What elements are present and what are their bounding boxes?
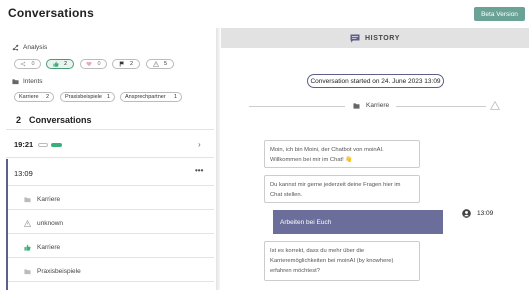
folder-icon	[353, 102, 360, 109]
filter-flag-chip[interactable]: 2	[112, 59, 140, 69]
panel-divider	[216, 28, 220, 290]
more-options-icon[interactable]: •••	[195, 166, 203, 175]
analysis-section-label: Analysis	[12, 44, 47, 51]
conversation-row-2[interactable]	[8, 160, 214, 184]
intent-count: 1	[106, 94, 110, 100]
conversation-event[interactable]: Karriere	[24, 244, 60, 251]
divider	[8, 209, 214, 210]
history-tab[interactable]: HISTORY	[221, 28, 529, 48]
filter-count: 2	[129, 61, 134, 67]
intent-name: Karriere	[19, 94, 39, 100]
intent-chip-karriere[interactable]: Karriere 2	[14, 92, 54, 102]
conversations-count: 2	[16, 115, 22, 125]
intents-label: Intents	[23, 78, 43, 85]
intent-count: 1	[173, 94, 177, 100]
topic-divider-left	[249, 106, 345, 107]
topic-divider-right	[396, 106, 486, 107]
thumbs-up-icon	[24, 244, 31, 251]
topic-name: Karriere	[366, 102, 390, 109]
message-line: Moin, ich bin Moini, der Chatbot von moi…	[270, 147, 384, 153]
conversations-label: Conversations	[29, 115, 92, 125]
status-indicator-positive	[51, 143, 62, 147]
filter-share-chip[interactable]: 0	[14, 59, 41, 69]
status-indicator-empty	[38, 143, 48, 147]
divider	[8, 185, 214, 186]
message-line: Chat stellen.	[270, 192, 303, 199]
divider	[8, 257, 214, 258]
conversation-event[interactable]: Karriere	[24, 196, 60, 203]
message-line: Ist es korrekt, dass du mehr über die	[270, 248, 365, 254]
user-avatar-icon	[462, 209, 471, 218]
folder-icon	[12, 79, 19, 85]
divider	[8, 281, 214, 282]
divider	[6, 157, 214, 158]
intents-section-label: Intents	[12, 78, 43, 85]
message-line: Du kannst mir gerne jederzeit deine Frag…	[270, 182, 401, 188]
divider	[8, 233, 214, 234]
app-root: Conversations Beta Version Analysis 0 2 …	[0, 0, 529, 290]
event-label: Karriere	[37, 196, 61, 203]
intent-name: Ansprechpartner	[125, 94, 166, 100]
conversation-event[interactable]: unknown	[24, 220, 63, 227]
bot-message: Moin, ich bin Moini, der Chatbot von moi…	[264, 140, 420, 168]
conversation-time: 13:09	[14, 169, 33, 178]
filter-count: 5	[163, 61, 168, 67]
message-line: Willkommen bei mir im Chat! 👋	[270, 157, 353, 164]
event-label: Karriere	[37, 244, 61, 251]
bot-message: Ist es korrekt, dass du mehr über die Ka…	[264, 241, 420, 281]
chevron-right-icon[interactable]: ›	[198, 140, 201, 149]
message-line: Karrieremöglichkeiten bei moinAI (by kno…	[270, 258, 394, 265]
filter-count: 0	[97, 61, 101, 67]
intent-chip-ansprechpartner[interactable]: Ansprechpartner 1	[120, 92, 182, 102]
chat-icon	[350, 34, 360, 42]
filter-count: 0	[31, 61, 35, 67]
page-title: Conversations	[8, 6, 94, 20]
filter-warning-chip[interactable]: 5	[146, 59, 174, 69]
folder-icon	[24, 197, 31, 203]
conversation-time: 19:21	[14, 140, 34, 149]
intent-chip-praxisbeispiele[interactable]: Praxisbeispiele 1	[60, 92, 115, 102]
top-bar: Conversations Beta Version	[0, 0, 529, 28]
flag-icon	[119, 61, 125, 67]
user-message: Arbeiten bei Euch	[273, 210, 443, 234]
filter-heart-chip[interactable]: 0	[80, 59, 107, 69]
warning-icon	[24, 220, 31, 227]
filter-count: 2	[63, 61, 68, 67]
conversation-event[interactable]: Praxisbeispiele	[24, 268, 81, 275]
folder-icon	[24, 269, 31, 275]
bot-message: Du kannst mir gerne jederzeit deine Frag…	[264, 175, 420, 203]
heart-icon	[86, 61, 93, 67]
warning-icon	[490, 101, 500, 110]
event-label: unknown	[37, 220, 64, 227]
message-time: 13:09	[477, 210, 494, 217]
analysis-label: Analysis	[23, 44, 48, 51]
conversation-started-badge: Conversation started on 24. June 2023 13…	[307, 74, 444, 88]
warning-icon	[152, 61, 159, 67]
intent-name: Praxisbeispiele	[65, 94, 102, 100]
topic-label: Karriere	[353, 102, 389, 109]
share-icon	[21, 61, 26, 67]
thumbs-up-icon	[53, 61, 59, 67]
filter-thumbs-up-chip[interactable]: 2	[46, 59, 74, 69]
event-label: Praxisbeispiele	[37, 268, 81, 275]
beta-version-button[interactable]: Beta Version	[474, 7, 525, 21]
history-tab-label: HISTORY	[365, 34, 400, 42]
conversations-heading: 2 Conversations	[16, 115, 92, 125]
message-line: erfahren möchtest?	[270, 268, 320, 275]
analysis-icon	[12, 44, 19, 51]
divider	[6, 129, 214, 130]
intent-count: 2	[45, 94, 49, 100]
